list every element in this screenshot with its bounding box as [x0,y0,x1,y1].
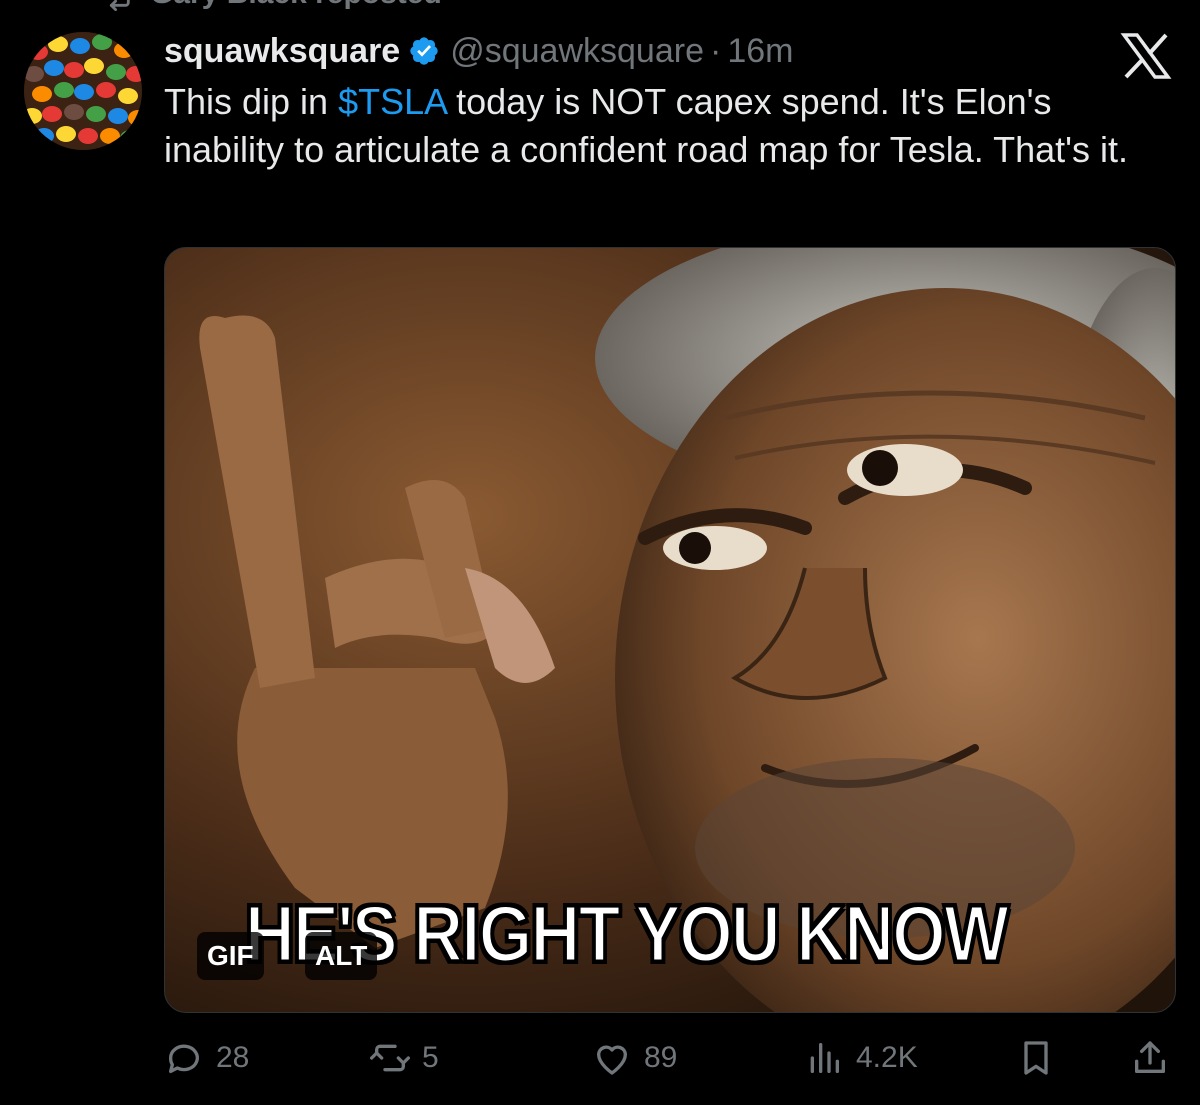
reply-count: 28 [216,1041,250,1074]
tweet-actions: 28 5 89 4.2K [164,1032,1174,1084]
repost-banner[interactable]: Gary Black reposted [100,0,442,12]
tweet-timestamp[interactable]: 16m [727,32,793,71]
views-button[interactable]: 4.2K [804,1032,918,1084]
author-handle[interactable]: @squawksquare [450,32,704,71]
share-icon [1135,1041,1165,1073]
heart-icon [597,1045,627,1075]
views-count: 4.2K [856,1041,918,1074]
reply-button[interactable]: 28 [164,1032,249,1084]
x-logo-icon [1120,33,1172,79]
avatar[interactable] [24,32,142,150]
alt-badge[interactable]: ALT [305,932,378,980]
repost-button[interactable]: 5 [370,1032,439,1084]
author-display-name[interactable]: squawksquare [164,32,400,71]
verified-badge-icon[interactable] [408,35,440,67]
views-bar-chart-icon [810,1043,839,1073]
candy-avatar-icon [24,32,142,150]
separator-dot: · [709,31,722,70]
tweet-text-before: This dip in [164,81,339,122]
repost-icon [370,1044,410,1072]
repost-label: Gary Black reposted [150,0,442,11]
like-button[interactable]: 89 [592,1032,677,1084]
share-button[interactable] [1130,1032,1170,1084]
repost-count: 5 [422,1041,439,1074]
gif-badge: GIF [197,932,264,980]
bookmark-icon [1024,1041,1048,1075]
like-count: 89 [644,1041,678,1074]
bookmark-button[interactable] [1016,1032,1056,1084]
repost-icon [109,0,130,11]
tweet-header: squawksquare @squawksquare · 16m [164,26,793,76]
tweet-media-gif[interactable]: HE'S RIGHT YOU KNOW GIF ALT [164,247,1176,1013]
cashtag-link[interactable]: $TSLA [338,81,446,122]
tweet-text: This dip in $TSLA today is NOT capex spe… [164,78,1174,174]
reply-icon [168,1044,199,1073]
